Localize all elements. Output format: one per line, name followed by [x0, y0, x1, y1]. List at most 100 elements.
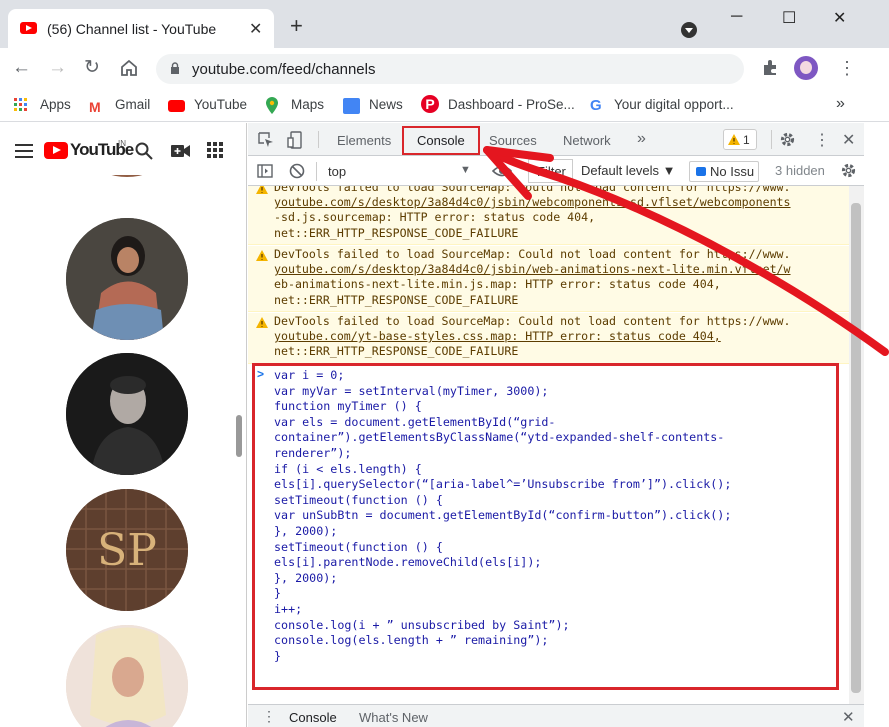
news-icon	[343, 98, 360, 114]
channel-avatar[interactable]	[66, 625, 188, 727]
code-line: }	[274, 648, 282, 663]
bookmark-digital[interactable]: Your digital opport...	[614, 97, 734, 112]
warning-icon	[256, 250, 268, 261]
code-line: var unSubBtn = document.getElementById(“…	[274, 508, 732, 523]
pinterest-icon: P	[421, 95, 439, 113]
channel-avatar[interactable]	[66, 353, 188, 475]
inspect-element-icon[interactable]	[258, 132, 274, 151]
bookmarks-bar: Apps M Gmail YouTube Maps News P Dashboa…	[0, 90, 889, 122]
toolbar-divider	[316, 162, 317, 181]
clear-console-icon[interactable]	[289, 163, 305, 182]
bookmark-news[interactable]: News	[369, 97, 403, 112]
tab-elements[interactable]: Elements	[337, 133, 391, 148]
warnings-badge[interactable]: 1	[723, 129, 757, 150]
profile-avatar[interactable]	[794, 56, 818, 80]
gmail-icon: M	[89, 99, 101, 115]
code-line: console.log(i + ” unsubscribed by Saint”…	[274, 617, 570, 632]
code-line: container”).getElementsByClassName(“ytd-…	[274, 430, 725, 445]
warning-line: -sd.js.sourcemap: HTTP error: status cod…	[274, 210, 596, 224]
home-icon[interactable]	[119, 58, 139, 81]
live-expression-eye-icon[interactable]	[491, 162, 513, 183]
drawer-tab-console[interactable]: Console	[289, 710, 337, 725]
warning-icon	[728, 134, 740, 145]
avatar-woman-icon	[66, 218, 188, 340]
log-levels-dropdown[interactable]: Default levels ▼	[581, 163, 676, 178]
drawer-tab-whats-new[interactable]: What's New	[359, 710, 428, 725]
drawer-close-icon[interactable]: ✕	[842, 708, 855, 726]
warning-line: DevTools failed to load SourceMap: Could…	[274, 314, 791, 328]
avatar-man-icon	[66, 353, 188, 475]
bookmark-youtube[interactable]: YouTube	[194, 97, 247, 112]
browser-menu-icon[interactable]: ⋮	[838, 58, 856, 78]
page-scrollbar[interactable]	[236, 415, 242, 457]
issues-icon	[696, 167, 706, 176]
console-scrollbar-thumb[interactable]	[851, 203, 861, 693]
new-tab-button[interactable]: +	[290, 15, 303, 37]
tab-search-icon[interactable]	[681, 22, 697, 38]
maximize-button[interactable]: ☐	[782, 8, 796, 28]
warning-link[interactable]: youtube.com/s/desktop/3a84d4c0/jsbin/web…	[274, 262, 791, 278]
minimize-button[interactable]: ─	[731, 8, 742, 26]
devtools-close-icon[interactable]: ✕	[842, 130, 855, 150]
filter-input[interactable]: Filter	[528, 159, 573, 183]
devtools-tabbar: Elements Console Sources Network » 1 ⋮ ✕	[248, 123, 864, 156]
browser-title-bar: (56) Channel list - YouTube ✕ + ─ ☐ ✕	[0, 0, 889, 48]
code-line: var els = document.getElementById(“grid-	[274, 414, 556, 429]
warning-line: net::ERR_HTTP_RESPONSE_CODE_FAILURE	[274, 226, 519, 240]
channel-avatar[interactable]	[66, 218, 188, 340]
console-settings-icon[interactable]	[840, 162, 857, 182]
avatar-monogram-icon: SP	[66, 489, 188, 611]
back-arrow-icon[interactable]: ←	[12, 58, 31, 78]
reload-icon[interactable]: ↻	[84, 58, 100, 78]
settings-gear-icon[interactable]	[779, 131, 796, 151]
region-code: IN	[118, 139, 126, 148]
window-close-button[interactable]: ✕	[833, 8, 846, 28]
toolbar-divider	[771, 130, 772, 149]
bookmarks-overflow-icon[interactable]: »	[836, 95, 845, 113]
more-tabs-icon[interactable]: »	[637, 130, 646, 148]
code-line: var myVar = setInterval(myTimer, 3000);	[274, 383, 549, 398]
code-line: }, 2000);	[274, 524, 338, 538]
code-line: renderer”);	[274, 446, 352, 460]
tab-close-icon[interactable]: ✕	[249, 19, 262, 39]
code-line: els[i].querySelector(“[aria-label^=’Unsu…	[274, 477, 732, 492]
extensions-icon[interactable]	[761, 59, 779, 80]
bookmark-apps[interactable]: Apps	[40, 97, 71, 112]
bookmark-dashboard[interactable]: Dashboard - ProSe...	[448, 97, 575, 112]
code-line: if (i < els.length) {	[274, 461, 422, 476]
create-video-icon[interactable]	[171, 144, 191, 161]
warning-line: net::ERR_HTTP_RESPONSE_CODE_FAILURE	[274, 344, 519, 358]
context-dropdown-icon[interactable]: ▼	[460, 164, 471, 176]
code-line: var i = 0;	[274, 368, 345, 382]
tab-network[interactable]: Network	[563, 133, 611, 148]
apps-icon[interactable]	[207, 142, 223, 161]
forward-arrow-icon[interactable]: →	[48, 58, 67, 78]
browser-tab[interactable]: (56) Channel list - YouTube ✕	[8, 9, 274, 48]
warning-link[interactable]: youtube.com/yt-base-styles.css.map: HTTP…	[274, 329, 721, 345]
apps-grid-icon[interactable]	[14, 98, 28, 115]
warning-link[interactable]: youtube.com/s/desktop/3a84d4c0/jsbin/web…	[274, 195, 791, 211]
context-selector[interactable]: top	[328, 164, 346, 179]
code-line: }, 2000);	[274, 570, 338, 585]
code-line: function myTimer () {	[274, 399, 422, 414]
hamburger-menu-icon[interactable]	[15, 144, 33, 161]
youtube-logo-icon[interactable]	[44, 142, 68, 159]
code-highlight-box[interactable]: var i = 0; var myVar = setInterval(myTime…	[252, 363, 839, 690]
devtools-menu-icon[interactable]: ⋮	[814, 130, 830, 150]
sidebar-toggle-icon[interactable]	[257, 164, 273, 181]
issues-button[interactable]: No Issu	[689, 161, 759, 182]
warning-line: DevTools failed to load SourceMap: Could…	[274, 247, 791, 261]
bookmark-gmail[interactable]: Gmail	[115, 97, 150, 112]
issues-label: No Issu	[710, 164, 755, 179]
tab-sources[interactable]: Sources	[489, 133, 537, 148]
device-toolbar-icon[interactable]	[287, 131, 303, 152]
console-tab-highlight	[402, 126, 480, 155]
devtools-panel: Elements Console Sources Network » 1 ⋮ ✕…	[248, 123, 889, 727]
drawer-menu-icon[interactable]: ⋮	[262, 708, 276, 725]
bookmark-maps[interactable]: Maps	[291, 97, 324, 112]
tab-title: (56) Channel list - YouTube	[47, 21, 217, 37]
channel-avatar[interactable]: SP	[66, 489, 188, 611]
address-bar[interactable]: youtube.com/feed/channels	[156, 54, 744, 84]
youtube-favicon-icon	[20, 22, 37, 34]
search-icon[interactable]	[135, 142, 153, 163]
